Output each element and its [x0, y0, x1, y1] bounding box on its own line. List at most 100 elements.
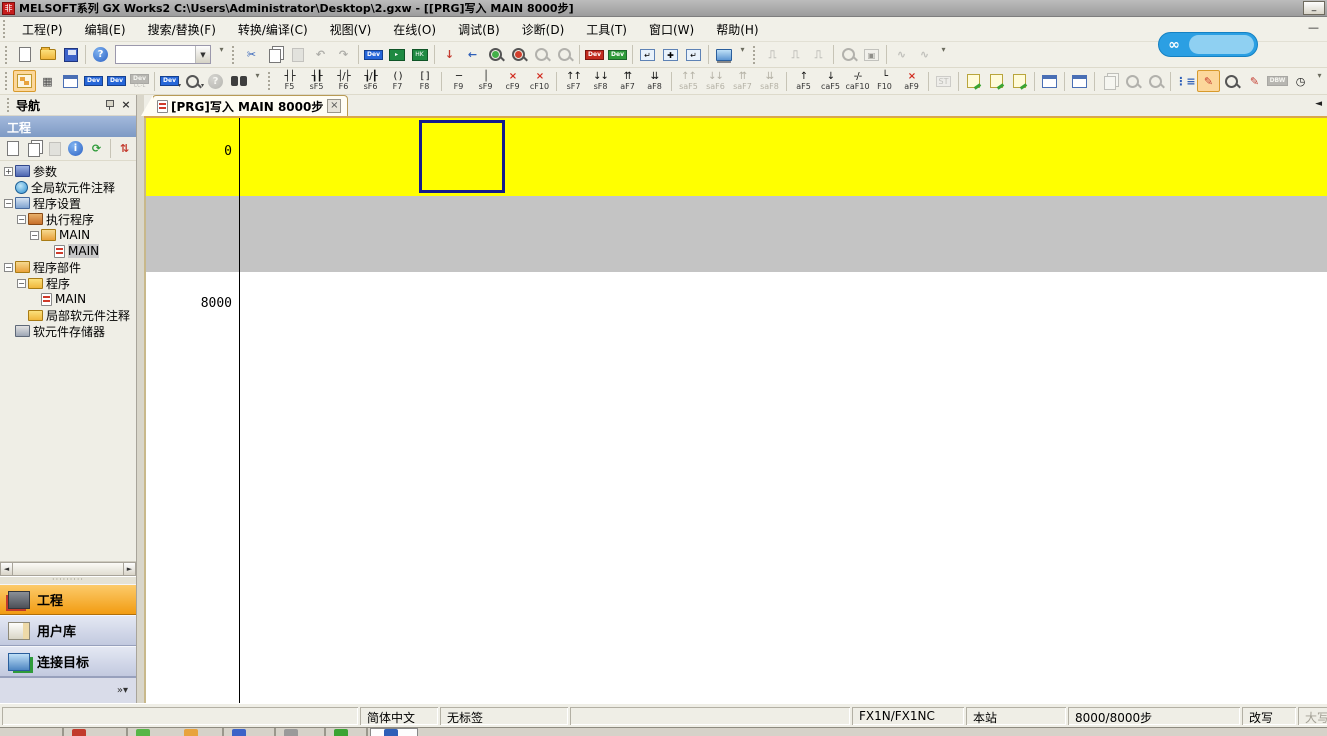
monitor-start-icon[interactable]: [484, 44, 507, 66]
nav-horizontal-scrollbar[interactable]: ◄ ►: [0, 561, 136, 576]
tree-item-main-group[interactable]: −MAIN: [0, 227, 136, 243]
tree-expand-icon[interactable]: −: [30, 231, 39, 240]
find-replace-icon[interactable]: [227, 70, 250, 92]
device-monitor-start-icon[interactable]: Dev: [606, 44, 629, 66]
menu-h[interactable]: 帮助(H): [705, 19, 769, 41]
device-display-mode-icon[interactable]: Dev▾: [158, 70, 181, 92]
open-project-icon[interactable]: [36, 44, 59, 66]
ladder-cell-cursor[interactable]: [419, 120, 505, 193]
save-project-icon[interactable]: [59, 44, 82, 66]
device-comment-search-icon[interactable]: Dev: [362, 44, 385, 66]
toolbar-overflow-chevron[interactable]: ▾: [252, 71, 263, 91]
close-contact-button[interactable]: ┤/├F6: [330, 69, 357, 93]
device-test-icon[interactable]: ▸: [385, 44, 408, 66]
parallel-rising-pulse-button[interactable]: ⇈aF7: [614, 69, 641, 93]
tree-item-parameter[interactable]: +参数: [0, 163, 136, 179]
minimize-button[interactable]: _: [1303, 1, 1325, 15]
refresh-view-icon[interactable]: ⟳: [86, 139, 107, 159]
device-memory-icon[interactable]: Dev: [105, 70, 128, 92]
edit-device-comment-icon[interactable]: [962, 70, 985, 92]
menu-w[interactable]: 窗口(W): [638, 19, 705, 41]
taskbar-icon-2[interactable]: [136, 729, 150, 736]
work-window-icon[interactable]: [59, 70, 82, 92]
nav-button-project[interactable]: 工程: [0, 584, 136, 615]
tree-expand-icon[interactable]: +: [4, 167, 13, 176]
write-to-plc-icon[interactable]: ↓: [438, 44, 461, 66]
draw-line-button[interactable]: └F10: [871, 69, 898, 93]
tab-scroll-left-icon[interactable]: ◄: [1315, 99, 1322, 109]
baidu-netdisk-widget[interactable]: ∞: [1158, 32, 1258, 57]
cut-icon[interactable]: ✂: [240, 44, 263, 66]
tree-item-local-device-comment[interactable]: 局部软元件注释: [0, 307, 136, 323]
tree-expand-icon[interactable]: −: [4, 263, 13, 272]
tree-item-execution-program[interactable]: −执行程序: [0, 211, 136, 227]
new-project-icon[interactable]: [13, 44, 36, 66]
rising-pulse-button[interactable]: ↑↑sF7: [560, 69, 587, 93]
convert-operation-results-button[interactable]: ↓caF5: [817, 69, 844, 93]
menu-v[interactable]: 视图(V): [319, 19, 383, 41]
baidu-netdisk-inner[interactable]: [1189, 35, 1254, 54]
toolbar-grip[interactable]: [232, 46, 237, 64]
scroll-thumb[interactable]: [12, 562, 124, 576]
device-monitor-stop-icon[interactable]: Dev: [583, 44, 606, 66]
menu-b[interactable]: 调试(B): [447, 19, 511, 41]
delete-vertical-line-button[interactable]: ×cF10: [526, 69, 553, 93]
menu-o[interactable]: 在线(O): [382, 19, 447, 41]
tree-expand-icon[interactable]: −: [17, 215, 26, 224]
toolbar-overflow-chevron[interactable]: ▾: [216, 45, 227, 65]
tab-close-icon[interactable]: ×: [327, 99, 341, 113]
monitor-write-mode-icon[interactable]: ✎: [1243, 70, 1266, 92]
toolbar-overflow-chevron[interactable]: ▾: [938, 45, 949, 65]
jump-window-icon[interactable]: ↵: [682, 44, 705, 66]
device-use-list-icon[interactable]: ✚: [659, 44, 682, 66]
menu-e[interactable]: 编辑(E): [74, 19, 137, 41]
vertical-line-button[interactable]: │sF9: [472, 69, 499, 93]
taskbar-icon-6[interactable]: [334, 729, 348, 736]
read-from-plc-icon[interactable]: ←: [461, 44, 484, 66]
falling-pulse-button[interactable]: ↓↓sF8: [587, 69, 614, 93]
tree-expand-icon[interactable]: −: [17, 279, 26, 288]
copy-icon[interactable]: [263, 44, 286, 66]
tree-item-pou[interactable]: −程序部件: [0, 259, 136, 275]
application-instruction-button[interactable]: [ ]F8: [411, 69, 438, 93]
close-icon[interactable]: ×: [119, 99, 133, 112]
tree-item-main-pou[interactable]: MAIN: [0, 291, 136, 307]
new-data-icon[interactable]: [2, 139, 23, 159]
parallel-close-contact-button[interactable]: ┧/┠sF6: [357, 69, 384, 93]
ladder-row-highlight[interactable]: [146, 118, 1327, 196]
outline-display-icon[interactable]: ⋮≡: [1174, 70, 1197, 92]
parallel-open-contact-button[interactable]: ┧┠sF5: [303, 69, 330, 93]
combo-dropdown-icon[interactable]: ▼: [195, 46, 210, 63]
taskbar-icon-7[interactable]: [384, 729, 398, 736]
project-tree-toggle-icon[interactable]: [13, 70, 36, 92]
pin-icon[interactable]: [103, 99, 115, 111]
open-contact-button[interactable]: ┤├F5: [276, 69, 303, 93]
quick-find-combo[interactable]: ▼: [115, 45, 211, 64]
device-comment-list-icon[interactable]: Dev: [82, 70, 105, 92]
toolbar-grip[interactable]: [5, 72, 10, 90]
invert-operation-results-button[interactable]: ↑aF5: [790, 69, 817, 93]
monitor-stop-icon[interactable]: [507, 44, 530, 66]
toolbar-overflow-chevron[interactable]: ▾: [1314, 71, 1325, 91]
help-icon[interactable]: ?: [89, 44, 112, 66]
menu-p[interactable]: 工程(P): [11, 19, 74, 41]
copy-data-icon[interactable]: [23, 139, 44, 159]
read-mode-icon[interactable]: [1220, 70, 1243, 92]
tree-item-main-program[interactable]: MAIN: [0, 243, 136, 259]
taskbar-icon-3[interactable]: [184, 729, 198, 736]
toolbar-grip[interactable]: [268, 72, 273, 90]
tree-item-global-device-comment[interactable]: 全局软元件注释: [0, 179, 136, 195]
tree-item-device-memory[interactable]: 软元件存储器: [0, 323, 136, 339]
module-configuration-icon[interactable]: ▦: [36, 70, 59, 92]
rung-insert-icon[interactable]: [1038, 70, 1061, 92]
edit-statement-icon[interactable]: [985, 70, 1008, 92]
taskbar-icon-5[interactable]: [284, 729, 298, 736]
rung-write-icon[interactable]: [1068, 70, 1091, 92]
invert-contact-button[interactable]: -/-caF10: [844, 69, 871, 93]
delete-horizontal-line-button[interactable]: ×cF9: [499, 69, 526, 93]
parallel-falling-pulse-button[interactable]: ⇊aF8: [641, 69, 668, 93]
nav-button-user-library[interactable]: 用户库: [0, 615, 136, 646]
tree-item-program-folder[interactable]: −程序: [0, 275, 136, 291]
write-mode-icon[interactable]: ✎: [1197, 70, 1220, 92]
tree-expand-icon[interactable]: −: [4, 199, 13, 208]
